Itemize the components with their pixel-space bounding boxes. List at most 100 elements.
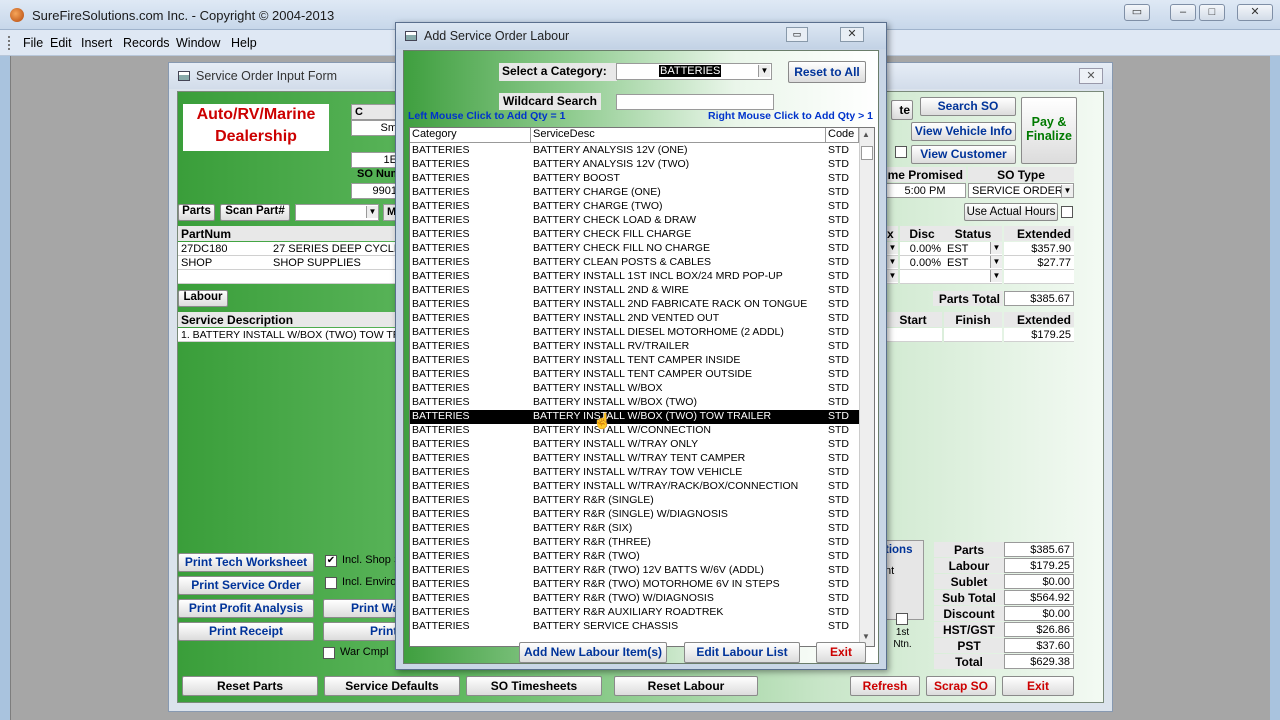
chevron-down-icon[interactable]: ▼ [990, 256, 1002, 268]
list-scrollbar[interactable]: ▲ ▼ [859, 128, 874, 646]
category-select[interactable]: BATTERIES ▼ [616, 63, 772, 80]
labour-list[interactable]: Category ServiceDesc Code BATTERIES BATTE… [409, 127, 875, 647]
form-exit-button[interactable]: Exit [1002, 676, 1074, 696]
list-row[interactable]: BATTERIES BATTERY INSTALL 2ND FABRICATE R… [410, 298, 859, 312]
list-row[interactable]: BATTERIES BATTERY R&R (TWO) MOTORHOME 6V … [410, 578, 859, 592]
search-so-button[interactable]: Search SO [920, 97, 1016, 116]
list-row[interactable]: BATTERIES BATTERY R&R AUXILIARY ROADTREK S… [410, 606, 859, 620]
menu-records[interactable]: Records [123, 36, 170, 50]
chevron-down-icon[interactable]: ▼ [886, 270, 898, 282]
view-vehicle-info-button[interactable]: View Vehicle Info [911, 122, 1016, 141]
partial-button-te[interactable]: te [891, 100, 913, 120]
list-row[interactable]: BATTERIES BATTERY INSTALL TENT CAMPER OUT… [410, 368, 859, 382]
print-button[interactable]: Print [323, 622, 403, 641]
partial-field-1e[interactable]: 1E [351, 152, 401, 168]
print-service-order-button[interactable]: Print Service Order [178, 576, 314, 595]
list-row[interactable]: BATTERIES BATTERY INSTALL W/TRAY ONLY STD [410, 438, 859, 452]
list-row[interactable]: BATTERIES BATTERY R&R (SINGLE) STD [410, 494, 859, 508]
menu-edit[interactable]: Edit [50, 36, 72, 50]
use-actual-hours-label[interactable]: Use Actual Hours [964, 203, 1058, 221]
scroll-up-icon[interactable]: ▲ [862, 130, 870, 139]
list-row[interactable]: BATTERIES BATTERY INSTALL RV/TRAILER STD [410, 340, 859, 354]
column-header-servicedesc[interactable]: ServiceDesc [531, 128, 826, 143]
minimize-button[interactable]: – [1170, 4, 1196, 21]
so-num-field[interactable]: 9901 [351, 183, 401, 199]
list-row[interactable]: BATTERIES BATTERY ANALYSIS 12V (TWO) STD [410, 158, 859, 172]
chevron-down-icon[interactable]: ▼ [758, 65, 770, 77]
reset-parts-button[interactable]: Reset Parts [182, 676, 318, 696]
list-row[interactable]: BATTERIES BATTERY R&R (THREE) STD [410, 536, 859, 550]
view-customer-button[interactable]: View Customer [911, 145, 1016, 164]
so-timesheets-button[interactable]: SO Timesheets [466, 676, 602, 696]
list-row[interactable]: BATTERIES BATTERY INSTALL 2ND VENTED OUT S… [410, 312, 859, 326]
part-desc-cell[interactable]: SHOP SUPPLIES [270, 256, 403, 270]
list-row[interactable]: BATTERIES BATTERY R&R (SIX) STD [410, 522, 859, 536]
column-header-code[interactable]: Code [826, 128, 859, 143]
list-row[interactable]: BATTERIES BATTERY ANALYSIS 12V (ONE) STD [410, 144, 859, 158]
reset-labour-button[interactable]: Reset Labour [614, 676, 758, 696]
print-wa-button[interactable]: Print Wa [323, 599, 403, 618]
maximize-button[interactable]: □ [1199, 4, 1225, 21]
status-cell[interactable]: EST ▼ [944, 256, 1002, 270]
first-ntn-checkbox[interactable] [896, 613, 908, 625]
menu-insert[interactable]: Insert [81, 36, 112, 50]
chevron-down-icon[interactable]: ▼ [1061, 185, 1073, 197]
column-header-category[interactable]: Category [410, 128, 531, 143]
add-new-labour-button[interactable]: Add New Labour Item(s) [519, 642, 667, 663]
list-row[interactable]: BATTERIES BATTERY R&R (TWO) 12V BATTS W/6… [410, 564, 859, 578]
use-actual-hours-checkbox[interactable] [1061, 206, 1073, 218]
list-row[interactable]: BATTERIES BATTERY R&R (TWO) W/DIAGNOSIS ST… [410, 592, 859, 606]
list-row[interactable]: BATTERIES BATTERY INSTALL W/BOX (TWO) TOW… [410, 410, 859, 424]
incl-shop-checkbox[interactable]: ✔ [325, 555, 337, 567]
list-row[interactable]: BATTERIES BATTERY CHECK FILL NO CHARGE STD [410, 242, 859, 256]
menu-window[interactable]: Window [176, 36, 220, 50]
scrap-so-button[interactable]: Scrap SO [926, 676, 996, 696]
war-cmpl-checkbox[interactable] [323, 647, 335, 659]
parts-button[interactable]: Parts [178, 204, 215, 221]
disc-cell[interactable]: 0.00% [900, 242, 944, 256]
status-cell-empty[interactable]: ▼ [944, 270, 1002, 284]
list-row[interactable]: BATTERIES BATTERY INSTALL DIESEL MOTORHOM… [410, 326, 859, 340]
scroll-down-icon[interactable]: ▼ [862, 632, 870, 641]
list-row[interactable]: BATTERIES BATTERY INSTALL W/TRAY TENT CAM… [410, 452, 859, 466]
list-row[interactable]: BATTERIES BATTERY INSTALL W/TRAY TOW VEHI… [410, 466, 859, 480]
pay-finalize-button[interactable]: Pay & Finalize [1021, 97, 1077, 164]
chevron-down-icon[interactable]: ▼ [990, 242, 1002, 254]
part-num-cell-empty[interactable] [178, 270, 270, 284]
print-receipt-button[interactable]: Print Receipt [178, 622, 314, 641]
list-row[interactable]: BATTERIES BATTERY INSTALL W/BOX (TWO) STD [410, 396, 859, 410]
list-row[interactable]: BATTERIES BATTERY INSTALL W/BOX STD [410, 382, 859, 396]
edit-labour-list-button[interactable]: Edit Labour List [684, 642, 800, 663]
incl-enviro-checkbox[interactable] [325, 577, 337, 589]
menu-help[interactable]: Help [231, 36, 257, 50]
list-row[interactable]: BATTERIES BATTERY CLEAN POSTS & CABLES STD [410, 256, 859, 270]
scroll-thumb[interactable] [861, 146, 873, 160]
status-cell[interactable]: EST ▼ [944, 242, 1002, 256]
restore-icon[interactable]: ▭ [786, 27, 808, 42]
menu-file[interactable]: File [23, 36, 43, 50]
disc-cell-empty[interactable] [900, 270, 944, 284]
list-row[interactable]: BATTERIES BATTERY INSTALL TENT CAMPER INS… [410, 354, 859, 368]
reset-to-all-button[interactable]: Reset to All [788, 61, 866, 83]
restore-windows-icon[interactable]: ▭ [1124, 4, 1150, 21]
service-desc-row[interactable]: 1. BATTERY INSTALL W/BOX (TWO) TOW TR [178, 328, 403, 342]
part-desc-cell[interactable]: 27 SERIES DEEP CYCLE BA [270, 242, 403, 256]
chevron-down-icon[interactable]: ▼ [990, 270, 1002, 282]
chevron-down-icon[interactable]: ▼ [886, 242, 898, 254]
list-row[interactable]: BATTERIES BATTERY CHARGE (ONE) STD [410, 186, 859, 200]
wildcard-search-input[interactable] [616, 94, 774, 110]
list-row[interactable]: BATTERIES BATTERY CHECK LOAD & DRAW STD [410, 214, 859, 228]
list-row[interactable]: BATTERIES BATTERY INSTALL W/TRAY/RACK/BOX… [410, 480, 859, 494]
part-num-cell[interactable]: 27DC180 [178, 242, 270, 256]
chevron-down-icon[interactable]: ▼ [366, 206, 378, 218]
labour-button[interactable]: Labour [178, 290, 228, 307]
dialog-exit-button[interactable]: Exit [816, 642, 866, 663]
scan-part-input[interactable]: ▼ [295, 204, 379, 221]
part-num-cell[interactable]: SHOP [178, 256, 270, 270]
dialog-close-icon[interactable]: ✕ [840, 27, 864, 42]
list-row[interactable]: BATTERIES BATTERY R&R (SINGLE) W/DIAGNOSI… [410, 508, 859, 522]
service-defaults-button[interactable]: Service Defaults [324, 676, 460, 696]
partial-field-sm[interactable]: Sm [351, 120, 401, 136]
finish-cell[interactable] [944, 328, 1002, 342]
list-row[interactable]: BATTERIES BATTERY SERVICE CHASSIS STD [410, 620, 859, 634]
